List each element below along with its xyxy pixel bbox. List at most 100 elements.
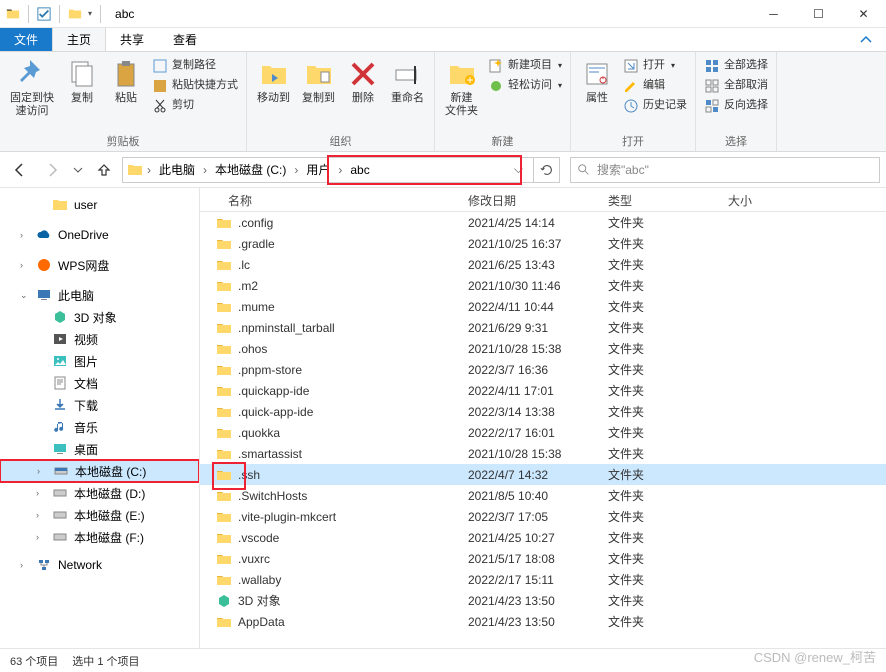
sidebar-item-user[interactable]: user — [0, 194, 199, 216]
copy-to-button[interactable]: 复制到 — [296, 54, 341, 109]
new-item-button[interactable]: 新建项目▾ — [484, 56, 566, 76]
chevron-right-icon[interactable]: › — [145, 163, 153, 177]
sidebar-item-documents[interactable]: 文档 — [0, 372, 199, 394]
history-button[interactable]: 历史记录 — [619, 96, 691, 116]
minimize-button[interactable]: ─ — [751, 0, 796, 28]
sidebar-item-onedrive[interactable]: ›OneDrive — [0, 224, 199, 246]
maximize-button[interactable]: ☐ — [796, 0, 841, 28]
sidebar-item-3d[interactable]: 3D 对象 — [0, 306, 199, 328]
file-type: 文件夹 — [600, 256, 720, 273]
sidebar-item-wps[interactable]: ›WPS网盘 — [0, 254, 199, 276]
table-row[interactable]: .lc2021/6/25 13:43文件夹 — [200, 254, 886, 275]
close-button[interactable]: ✕ — [841, 0, 886, 28]
paste-button[interactable]: 粘贴 — [104, 54, 148, 109]
table-row[interactable]: .pnpm-store2022/3/7 16:36文件夹 — [200, 359, 886, 380]
col-name[interactable]: 名称 — [200, 188, 460, 211]
back-button[interactable] — [6, 156, 34, 184]
table-row[interactable]: .vscode2021/4/25 10:27文件夹 — [200, 527, 886, 548]
sidebar-item-drive-c[interactable]: ›本地磁盘 (C:) — [0, 460, 199, 482]
invert-select-button[interactable]: 反向选择 — [700, 96, 772, 116]
select-all-button[interactable]: 全部选择 — [700, 56, 772, 76]
sidebar-item-drive-e[interactable]: ›本地磁盘 (E:) — [0, 504, 199, 526]
file-date: 2021/4/25 14:14 — [460, 216, 600, 230]
rename-button[interactable]: 重命名 — [385, 54, 430, 109]
tab-file[interactable]: 文件 — [0, 28, 52, 51]
file-type: 文件夹 — [600, 382, 720, 399]
crumb-current[interactable]: abc — [346, 158, 373, 182]
open-button[interactable]: 打开▾ — [619, 56, 691, 76]
up-button[interactable] — [90, 156, 118, 184]
tab-view[interactable]: 查看 — [159, 28, 212, 51]
refresh-button[interactable] — [534, 157, 560, 183]
move-to-button[interactable]: 移动到 — [251, 54, 296, 109]
sidebar-item-video[interactable]: 视频 — [0, 328, 199, 350]
sidebar-item-pictures[interactable]: 图片 — [0, 350, 199, 372]
select-none-button[interactable]: 全部取消 — [700, 76, 772, 96]
sidebar-item-downloads[interactable]: 下载 — [0, 394, 199, 416]
table-row[interactable]: .vite-plugin-mkcert2022/3/7 17:05文件夹 — [200, 506, 886, 527]
col-size[interactable]: 大小 — [720, 188, 820, 211]
file-name: .vite-plugin-mkcert — [238, 510, 336, 524]
checkbox-icon[interactable] — [37, 7, 51, 21]
table-row[interactable]: .gradle2021/10/25 16:37文件夹 — [200, 233, 886, 254]
sidebar-item-desktop[interactable]: 桌面 — [0, 438, 199, 460]
crumb-drive[interactable]: 本地磁盘 (C:) — [211, 158, 290, 182]
file-date: 2022/3/14 13:38 — [460, 405, 600, 419]
file-date: 2021/10/28 15:38 — [460, 342, 600, 356]
chevron-right-icon[interactable]: › — [201, 163, 209, 177]
table-row[interactable]: .m22021/10/30 11:46文件夹 — [200, 275, 886, 296]
file-type: 文件夹 — [600, 361, 720, 378]
table-row[interactable]: .npminstall_tarball2021/6/29 9:31文件夹 — [200, 317, 886, 338]
folder-icon — [216, 320, 232, 336]
properties-button[interactable]: 属性 — [575, 54, 619, 109]
table-row[interactable]: .mume2022/4/11 10:44文件夹 — [200, 296, 886, 317]
chevron-right-icon[interactable]: › — [336, 163, 344, 177]
address-dropdown[interactable]: ⌵ — [508, 162, 529, 177]
easy-access-button[interactable]: 轻松访问▾ — [484, 76, 566, 96]
col-type[interactable]: 类型 — [600, 188, 720, 211]
chevron-right-icon[interactable]: › — [292, 163, 300, 177]
address-bar[interactable]: › 此电脑 › 本地磁盘 (C:) › 用户 › abc ⌵ — [122, 157, 534, 183]
crumb-users[interactable]: 用户 — [302, 158, 334, 182]
group-select: 选择 — [700, 131, 772, 151]
table-row[interactable]: .wallaby2022/2/17 15:11文件夹 — [200, 569, 886, 590]
new-folder-button[interactable]: 新建 文件夹 — [439, 54, 484, 122]
table-row[interactable]: .smartassist2021/10/28 15:38文件夹 — [200, 443, 886, 464]
file-name: .ssh — [238, 468, 260, 482]
sidebar-item-network[interactable]: ›Network — [0, 554, 199, 576]
edit-button[interactable]: 编辑 — [619, 76, 691, 96]
table-row[interactable]: .ohos2021/10/28 15:38文件夹 — [200, 338, 886, 359]
sidebar-item-drive-f[interactable]: ›本地磁盘 (F:) — [0, 526, 199, 548]
table-row[interactable]: .quick-app-ide2022/3/14 13:38文件夹 — [200, 401, 886, 422]
table-row[interactable]: .SwitchHosts2021/8/5 10:40文件夹 — [200, 485, 886, 506]
tab-share[interactable]: 共享 — [106, 28, 159, 51]
file-date: 2021/4/25 10:27 — [460, 531, 600, 545]
copy-path-button[interactable]: 复制路径 — [148, 56, 242, 76]
table-row[interactable]: .quokka2022/2/17 16:01文件夹 — [200, 422, 886, 443]
cut-button[interactable]: 剪切 — [148, 96, 242, 116]
table-row[interactable]: AppData2021/4/23 13:50文件夹 — [200, 611, 886, 632]
dropdown-icon[interactable]: ▾ — [88, 9, 92, 18]
pin-to-quick-button[interactable]: 固定到快 速访问 — [4, 54, 60, 122]
folder-icon — [127, 162, 143, 178]
table-row[interactable]: 3D 对象2021/4/23 13:50文件夹 — [200, 590, 886, 611]
paste-shortcut-button[interactable]: 粘贴快捷方式 — [148, 76, 242, 96]
forward-button[interactable] — [38, 156, 66, 184]
sidebar-item-music[interactable]: 音乐 — [0, 416, 199, 438]
list-view[interactable]: 名称 修改日期 类型 大小 .config2021/4/25 14:14文件夹.… — [200, 188, 886, 648]
sidebar[interactable]: user ›OneDrive ›WPS网盘 ⌄此电脑 3D 对象 视频 图片 文… — [0, 188, 200, 648]
sidebar-item-drive-d[interactable]: ›本地磁盘 (D:) — [0, 482, 199, 504]
crumb-pc[interactable]: 此电脑 — [155, 158, 199, 182]
col-date[interactable]: 修改日期 — [460, 188, 600, 211]
table-row[interactable]: .ssh2022/4/7 14:32文件夹 — [200, 464, 886, 485]
delete-button[interactable]: 删除 — [341, 54, 385, 109]
tab-home[interactable]: 主页 — [52, 28, 106, 51]
sidebar-item-pc[interactable]: ⌄此电脑 — [0, 284, 199, 306]
copy-button[interactable]: 复制 — [60, 54, 104, 109]
search-input[interactable]: 搜索"abc" — [570, 157, 880, 183]
table-row[interactable]: .config2021/4/25 14:14文件夹 — [200, 212, 886, 233]
table-row[interactable]: .vuxrc2021/5/17 18:08文件夹 — [200, 548, 886, 569]
recent-button[interactable] — [70, 156, 86, 184]
help-button[interactable] — [846, 28, 886, 51]
table-row[interactable]: .quickapp-ide2022/4/11 17:01文件夹 — [200, 380, 886, 401]
